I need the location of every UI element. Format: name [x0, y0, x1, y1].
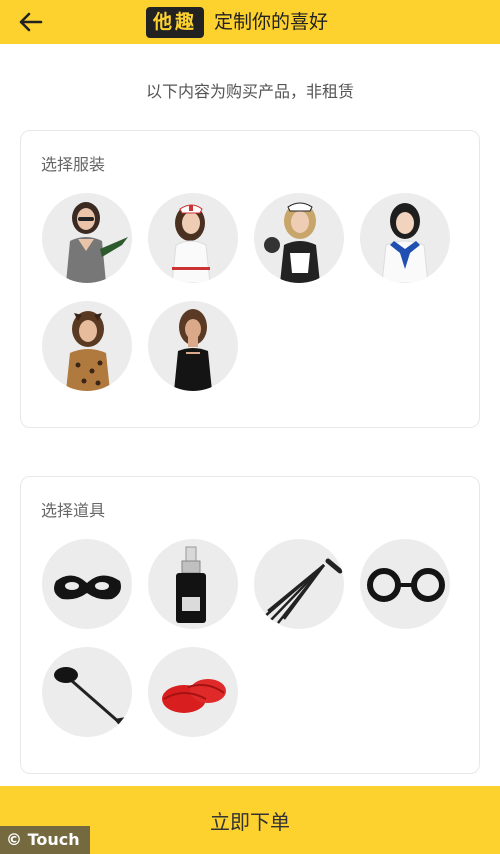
props-card: 选择道具: [20, 476, 480, 774]
page-title: 定制你的喜好: [214, 11, 329, 33]
bottle-option[interactable]: [148, 539, 238, 629]
costume-nurse-icon: [171, 204, 211, 283]
mask-option[interactable]: [42, 539, 132, 629]
costume-black-dress-option[interactable]: [148, 301, 238, 391]
costume-black-dress-icon: [174, 309, 212, 391]
handcuffs-icon: [367, 568, 445, 602]
top-bar: 他趣 定制你的喜好: [0, 0, 500, 44]
feather-tickler-option[interactable]: [42, 647, 132, 737]
brand: 他趣 定制你的喜好: [146, 5, 328, 39]
whip-option[interactable]: [254, 539, 344, 629]
watermark: © Touch: [0, 826, 90, 854]
costume-leopard-option[interactable]: [42, 301, 132, 391]
costume-maid-icon: [264, 202, 320, 283]
costume-schoolgirl-option[interactable]: [360, 193, 450, 283]
mask-icon: [54, 575, 121, 600]
costume-schoolgirl-icon: [381, 203, 429, 283]
red-rope-option[interactable]: [148, 647, 238, 737]
bottle-icon: [176, 546, 206, 623]
purchase-notice: 以下内容为购买产品，非租赁: [145, 82, 354, 101]
back-arrow-icon: [19, 12, 43, 32]
props-section-title: 选择道具: [41, 501, 106, 520]
costume-secretary-option[interactable]: [42, 193, 132, 283]
back-button[interactable]: [14, 7, 48, 37]
app-logo: 他趣: [146, 6, 205, 38]
costume-nurse-option[interactable]: [148, 193, 238, 283]
costume-section-title: 选择服装: [41, 155, 106, 174]
red-rope-icon: [162, 679, 226, 713]
costume-secretary-icon: [66, 202, 128, 283]
costume-maid-option[interactable]: [254, 193, 344, 283]
costume-card: 选择服装: [20, 130, 480, 428]
handcuffs-option[interactable]: [360, 539, 450, 629]
feather-tickler-icon: [54, 667, 126, 729]
costume-leopard-icon: [66, 311, 110, 391]
whip-icon: [263, 558, 343, 624]
